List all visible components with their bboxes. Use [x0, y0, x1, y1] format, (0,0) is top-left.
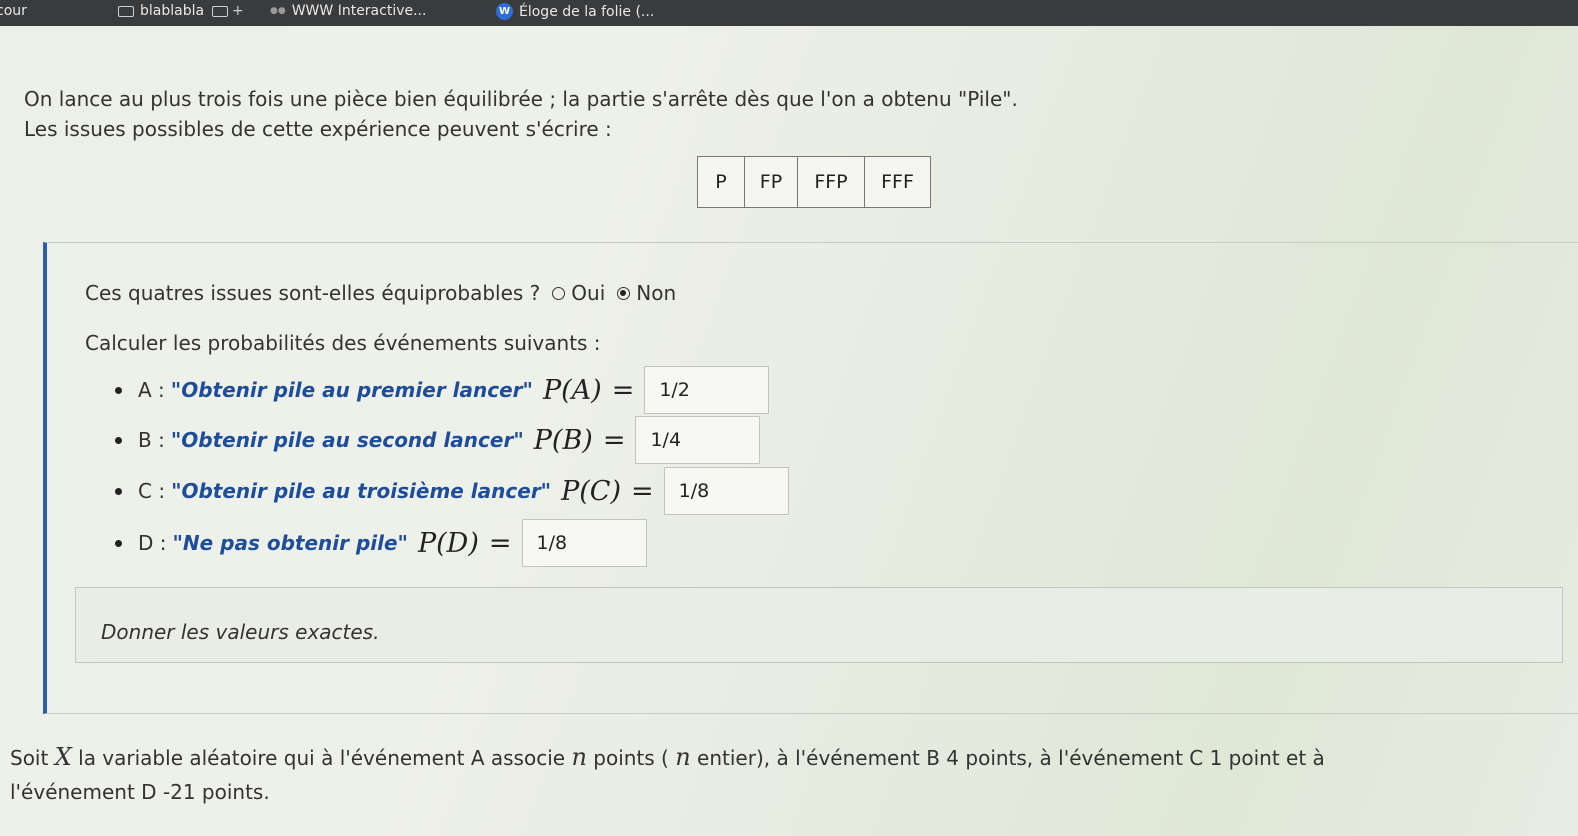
- question-probabilities: Calculer les probabilités des événements…: [85, 331, 601, 355]
- bookmark-cour[interactable]: cour: [0, 3, 27, 19]
- math-expression: P(C) =: [561, 475, 654, 507]
- variable-text: Soit X la variable aléatoire qui à l'évé…: [10, 740, 1325, 809]
- radio-non-label[interactable]: Non: [636, 281, 676, 305]
- bookmark-eloge[interactable]: W Éloge de la folie (...: [496, 3, 654, 20]
- answer-input-b[interactable]: 1/4: [635, 416, 761, 464]
- intro-line-2: Les issues possibles de cette expérience…: [24, 117, 612, 141]
- radio-non[interactable]: [617, 286, 631, 300]
- bookmark-new-folder[interactable]: +: [212, 3, 244, 19]
- math-expression: P(B) =: [533, 424, 626, 456]
- event-item-c: C : "Obtenir pile au troisième lancer" P…: [115, 467, 789, 515]
- exercise-page: On lance au plus trois fois une pièce bi…: [0, 26, 1578, 836]
- bullet: [115, 436, 122, 444]
- question-equiprobable: Ces quatres issues sont-elles équiprobab…: [85, 281, 677, 305]
- answer-input-a[interactable]: 1/2: [644, 366, 770, 414]
- plus-icon: +: [232, 3, 244, 19]
- bullet: [115, 539, 122, 547]
- issue-cell: FFF: [864, 156, 931, 208]
- math-expression: P(A) =: [542, 374, 635, 406]
- math-expression: P(D) =: [417, 527, 512, 559]
- event-item-d: D : "Ne pas obtenir pile" P(D) = 1/8: [115, 519, 647, 567]
- event-item-b: B : "Obtenir pile au second lancer" P(B)…: [115, 416, 761, 464]
- answer-input-d[interactable]: 1/8: [521, 519, 647, 567]
- radio-oui-label[interactable]: Oui: [571, 281, 605, 305]
- intro-line-1: On lance au plus trois fois une pièce bi…: [24, 87, 1018, 111]
- folder-icon: [118, 5, 134, 17]
- radio-oui[interactable]: [552, 286, 566, 300]
- bookmark-blablabla[interactable]: blablabla: [118, 3, 204, 19]
- answer-input-c[interactable]: 1/8: [663, 467, 789, 515]
- site-favicon-icon: ●●: [270, 6, 286, 16]
- bullet: [115, 487, 122, 495]
- bookmark-www-interactive[interactable]: ●● WWW Interactive...: [270, 3, 426, 19]
- variable-line-2: l'événement D -21 points.: [10, 780, 270, 804]
- intro-text: On lance au plus trois fois une pièce bi…: [24, 84, 1018, 144]
- event-item-a: A : "Obtenir pile au premier lancer" P(A…: [115, 366, 770, 414]
- folder-icon: [212, 5, 228, 17]
- issue-cell: FP: [744, 156, 798, 208]
- bullet: [115, 386, 122, 394]
- wikipedia-icon: W: [496, 3, 513, 20]
- issue-cell: FFP: [797, 156, 865, 208]
- issue-cell: P: [697, 156, 745, 208]
- variable-line-1: Soit X la variable aléatoire qui à l'évé…: [10, 743, 1325, 771]
- bookmarks-bar: cour blablabla + ●● WWW Interactive... W…: [0, 0, 1578, 26]
- exercise-box: Ces quatres issues sont-elles équiprobab…: [43, 242, 1578, 714]
- hint-box: Donner les valeurs exactes.: [75, 587, 1563, 663]
- issues-table: P FP FFP FFF: [697, 156, 931, 208]
